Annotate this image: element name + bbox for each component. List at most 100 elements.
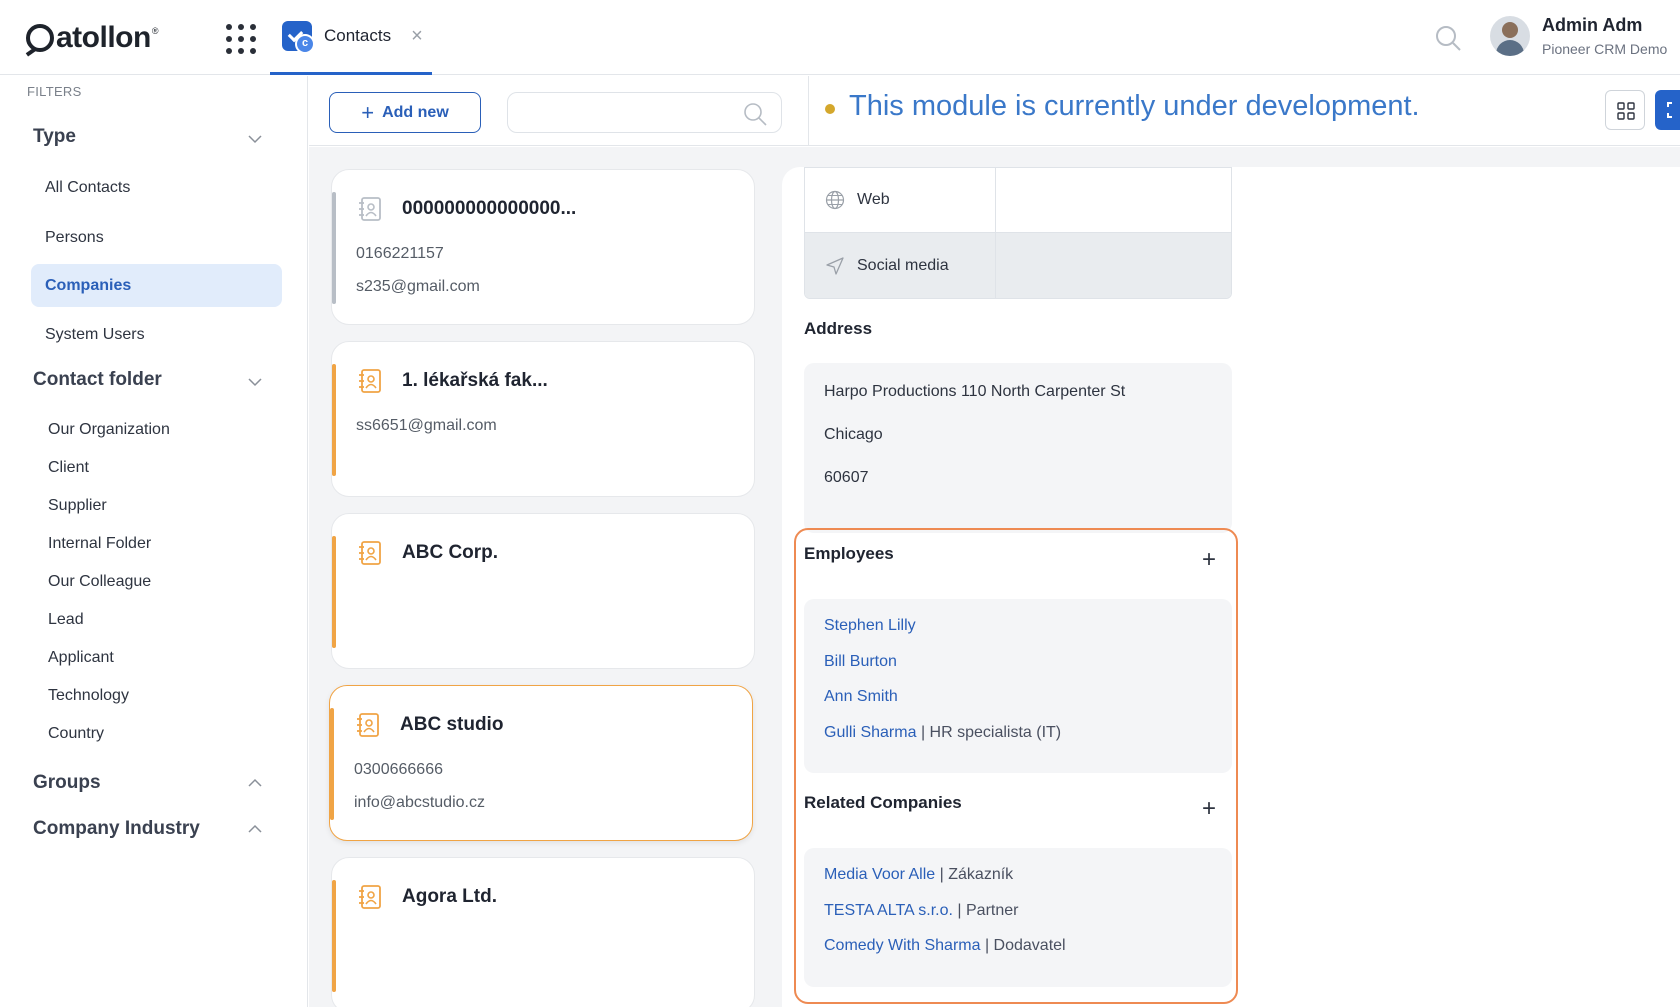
related-companies-list: Media Voor Alle | Zákazník TESTA ALTA s.… <box>804 848 1232 987</box>
card-email: s235@gmail.com <box>356 278 480 295</box>
add-new-label: Add new <box>382 103 449 121</box>
filter-section-company-industry[interactable]: Company Industry <box>33 818 200 840</box>
folder-item-technology[interactable]: Technology <box>48 687 129 705</box>
list-item: Comedy With Sharma | Dodavatel <box>824 937 1066 955</box>
card-title: 000000000000000... <box>402 198 577 219</box>
relation-type: | Partner <box>957 902 1019 919</box>
chevron-down-icon[interactable] <box>248 132 262 146</box>
folder-item-client[interactable]: Client <box>48 459 89 477</box>
logo-registered: ® <box>151 26 159 36</box>
filter-section-type[interactable]: Type <box>33 126 76 148</box>
related-company-link[interactable]: Comedy With Sharma <box>824 937 981 954</box>
tab-contacts[interactable]: Contacts × <box>270 0 432 75</box>
list-item: Stephen Lilly <box>824 617 916 635</box>
atollon-logo[interactable]: atollon ® <box>26 20 158 56</box>
contact-detail-area: Web Social media Address Harpo Productio… <box>782 147 1680 1007</box>
logo-mark-icon <box>26 24 54 52</box>
address-title: Address <box>804 319 873 338</box>
card-title: ABC Corp. <box>402 542 499 563</box>
grid-view-button[interactable] <box>1605 90 1645 130</box>
card-accent-bar <box>332 192 336 304</box>
contact-card[interactable]: 1. lékařská fak... ss6651@gmail.com <box>331 341 755 497</box>
employee-link[interactable]: Stephen Lilly <box>824 617 916 634</box>
filter-item-persons[interactable]: Persons <box>45 229 104 247</box>
content-toolbar: + Add new This module is currently under… <box>309 76 1680 146</box>
expand-icon <box>1667 102 1672 118</box>
address-zip: 60607 <box>824 469 869 486</box>
send-icon <box>826 256 844 275</box>
address-box: Harpo Productions 110 North Carpenter St… <box>804 363 1232 533</box>
filter-section-groups[interactable]: Groups <box>33 772 101 794</box>
contact-card[interactable]: ABC Corp. <box>331 513 755 669</box>
add-related-company-button[interactable]: + <box>1202 797 1216 821</box>
employees-list: Stephen Lilly Bill Burton Ann Smith Gull… <box>804 599 1232 773</box>
contact-card[interactable]: Agora Ltd. <box>331 857 755 1007</box>
filter-section-contact-folder[interactable]: Contact folder <box>33 369 162 391</box>
employee-link[interactable]: Gulli Sharma <box>824 724 916 741</box>
folder-item-supplier[interactable]: Supplier <box>48 497 107 515</box>
globe-icon <box>825 190 845 210</box>
status-dot <box>825 104 835 114</box>
related-company-link[interactable]: Media Voor Alle <box>824 866 935 883</box>
card-title: Agora Ltd. <box>402 886 497 907</box>
address-city: Chicago <box>824 426 883 443</box>
list-search-input[interactable] <box>508 93 728 131</box>
top-bar: atollon ® Contacts × Admin Adm Pioneer C… <box>0 0 1680 75</box>
employees-title: Employees <box>804 544 894 563</box>
contact-info-table: Web Social media <box>804 167 1232 299</box>
contact-book-icon <box>359 885 381 909</box>
user-name[interactable]: Admin Adm <box>1542 15 1642 36</box>
user-avatar[interactable] <box>1490 16 1530 56</box>
global-search-icon[interactable] <box>1434 24 1462 52</box>
chevron-up-icon[interactable] <box>248 776 262 790</box>
employee-link[interactable]: Ann Smith <box>824 688 898 705</box>
related-companies-title: Related Companies <box>804 793 962 812</box>
filter-item-all-contacts[interactable]: All Contacts <box>45 179 130 197</box>
folder-item-our-organization[interactable]: Our Organization <box>48 421 170 439</box>
expand-button[interactable] <box>1655 90 1680 130</box>
folder-item-applicant[interactable]: Applicant <box>48 649 114 667</box>
employee-link[interactable]: Bill Burton <box>824 653 897 670</box>
toolbar-divider <box>808 76 809 146</box>
filter-item-system-users[interactable]: System Users <box>45 326 145 344</box>
list-search-box[interactable] <box>507 92 782 133</box>
card-phone: 0166221157 <box>356 245 444 262</box>
card-accent-bar <box>330 708 334 820</box>
related-company-link[interactable]: TESTA ALTA s.r.o. <box>824 902 953 919</box>
add-employee-button[interactable]: + <box>1202 548 1216 572</box>
web-label: Web <box>857 191 890 208</box>
chevron-down-icon[interactable] <box>248 375 262 389</box>
card-email: info@abcstudio.cz <box>354 794 485 811</box>
list-item: Media Voor Alle | Zákazník <box>824 866 1013 884</box>
apps-grid-icon[interactable] <box>226 24 256 54</box>
folder-item-internal-folder[interactable]: Internal Folder <box>48 535 151 553</box>
folder-item-our-colleague[interactable]: Our Colleague <box>48 573 151 591</box>
chevron-up-icon[interactable] <box>248 822 262 836</box>
card-email: ss6651@gmail.com <box>356 417 497 434</box>
search-icon[interactable] <box>743 102 767 126</box>
add-new-button[interactable]: + Add new <box>329 92 481 133</box>
info-row-web: Web <box>805 168 1231 233</box>
plus-icon: + <box>361 99 375 125</box>
folder-item-lead[interactable]: Lead <box>48 611 84 629</box>
folder-item-country[interactable]: Country <box>48 725 104 743</box>
web-value[interactable] <box>996 168 1231 232</box>
tab-contacts-label: Contacts <box>324 26 392 45</box>
info-row-social-media: Social media <box>805 233 1231 298</box>
address-street: Harpo Productions 110 North Carpenter St <box>824 383 1126 400</box>
list-item: Bill Burton <box>824 653 897 671</box>
contact-card[interactable]: 000000000000000... 0166221157 s235@gmail… <box>331 169 755 325</box>
card-title: ABC studio <box>400 714 504 735</box>
contact-book-icon <box>359 197 381 221</box>
development-notice: This module is currently under developme… <box>849 90 1420 122</box>
filter-item-companies[interactable]: Companies <box>31 264 282 307</box>
tab-close-icon[interactable]: × <box>411 26 423 46</box>
social-media-value[interactable] <box>996 233 1231 298</box>
grid-view-icon <box>1617 102 1635 120</box>
card-accent-bar <box>332 880 336 992</box>
contact-detail-panel: Web Social media Address Harpo Productio… <box>782 167 1680 1007</box>
logo-text: atollon <box>56 21 151 54</box>
contact-card-selected[interactable]: ABC studio 0300666666 info@abcstudio.cz <box>329 685 753 841</box>
list-item: Gulli Sharma | HR specialista (IT) <box>824 724 1061 742</box>
card-accent-bar <box>332 364 336 476</box>
